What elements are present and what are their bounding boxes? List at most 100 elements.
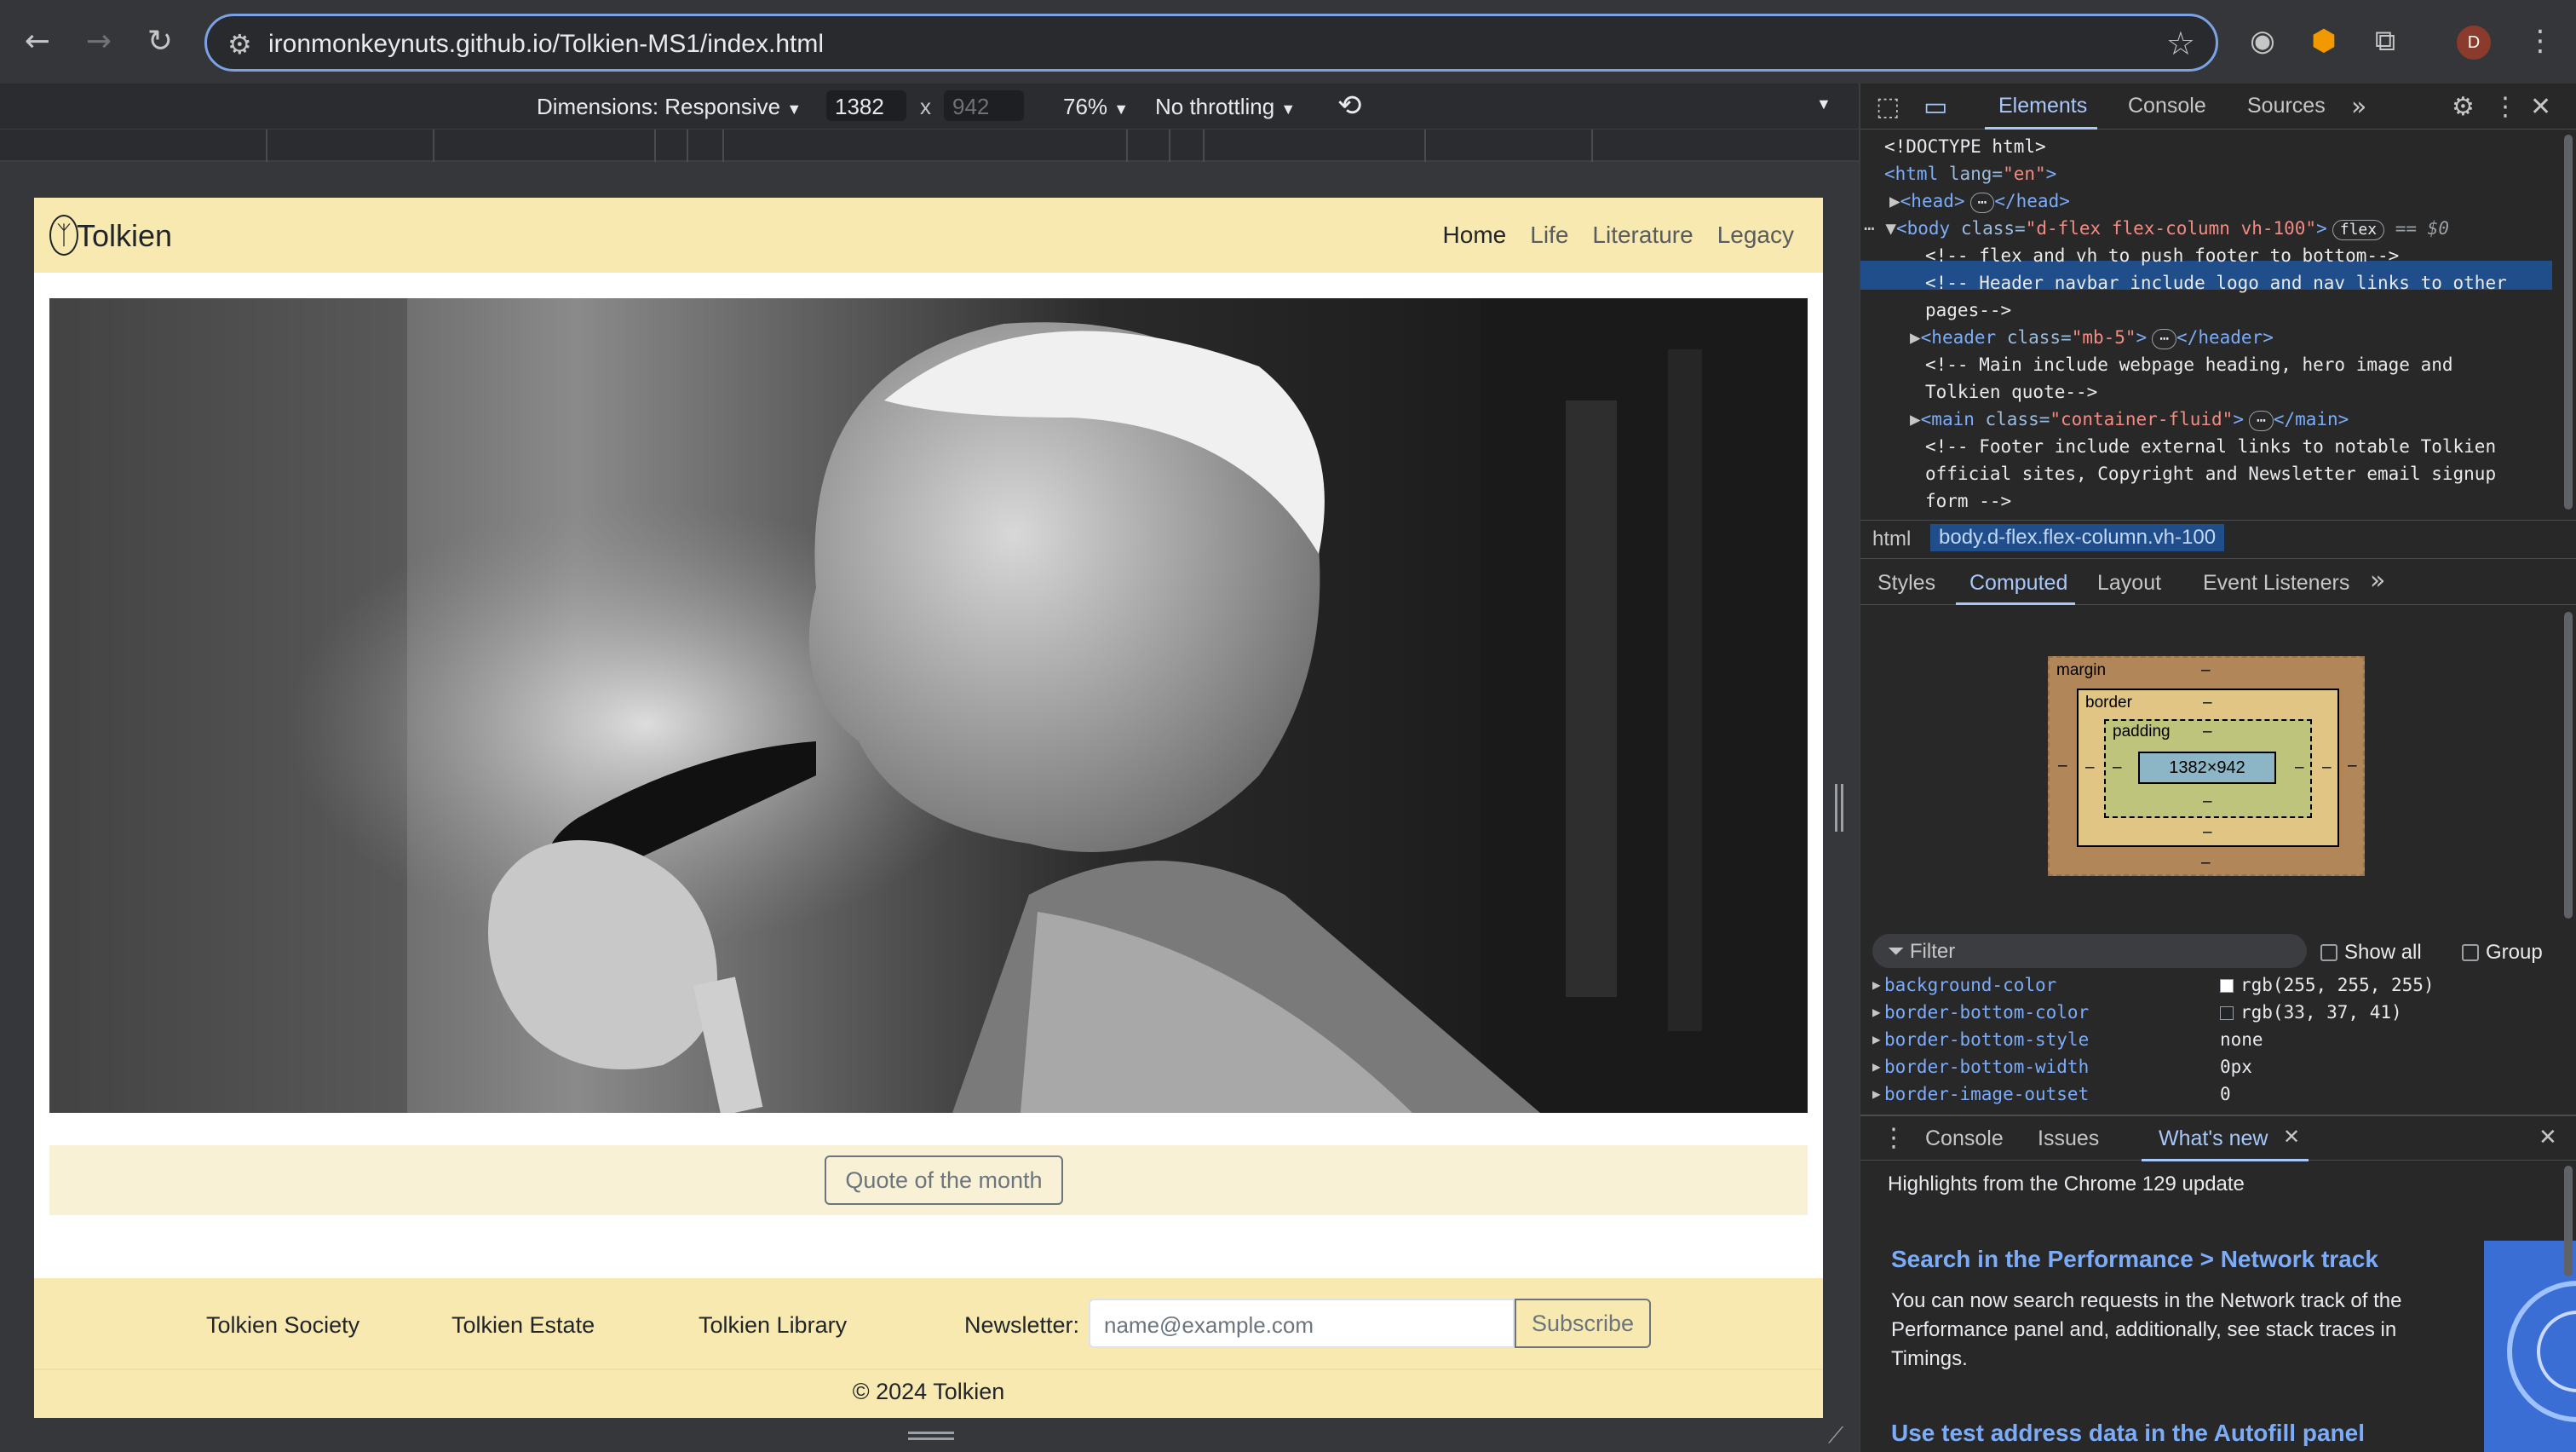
tab-computed[interactable]: Computed <box>1969 571 2067 596</box>
settings-gear-icon[interactable]: ⚙ <box>2452 92 2475 122</box>
expand-triangle-icon[interactable]: ▶ <box>1872 1058 1881 1075</box>
subscribe-button[interactable]: Subscribe <box>1515 1299 1651 1348</box>
camera-icon[interactable]: ◉ <box>2240 19 2285 63</box>
margin-top-value[interactable]: – <box>2201 661 2211 680</box>
expand-triangle-icon[interactable]: ▶ <box>1889 191 1900 211</box>
collapse-triangle-icon[interactable]: ▼ <box>1885 218 1896 239</box>
forward-arrow-icon[interactable]: → <box>77 19 121 63</box>
whats-new-title-1[interactable]: Search in the Performance > Network trac… <box>1891 1246 2378 1273</box>
footer-link-society[interactable]: Tolkien Society <box>206 1312 359 1339</box>
close-tab-icon[interactable]: ✕ <box>2283 1125 2300 1149</box>
breadcrumb-html[interactable]: html <box>1872 527 1911 551</box>
nav-literature[interactable]: Literature <box>1592 222 1693 249</box>
close-devtools-icon[interactable]: ✕ <box>2530 92 2551 122</box>
site-info-icon[interactable]: ⚙ <box>227 28 252 60</box>
expand-triangle-icon[interactable]: ▶ <box>1872 1004 1881 1020</box>
expand-triangle-icon[interactable]: ▶ <box>1872 1086 1881 1102</box>
viewport-resize-handle-bottom[interactable] <box>908 1432 954 1440</box>
throttling-dropdown[interactable]: No throttling ▼ <box>1155 94 1296 120</box>
viewport-resize-handle-right[interactable] <box>1835 784 1843 832</box>
tab-styles[interactable]: Styles <box>1877 571 1935 596</box>
node-actions-icon[interactable]: ⋯ <box>1864 218 1875 239</box>
footer-link-estate[interactable]: Tolkien Estate <box>451 1312 595 1339</box>
nav-home[interactable]: Home <box>1443 222 1507 249</box>
dom-comment-4a[interactable]: <!-- Footer include external links to no… <box>1925 433 2496 460</box>
inspect-element-icon[interactable]: ⬚ <box>1876 92 1900 122</box>
more-options-chevron-icon[interactable]: ▼ <box>1816 95 1831 113</box>
border-top-value[interactable]: – <box>2203 694 2212 712</box>
border-left-value[interactable]: – <box>2085 758 2095 777</box>
padding-right-value[interactable]: – <box>2295 758 2304 777</box>
dom-main-node[interactable]: ▶<main class="container-fluid"> ⋯ </main> <box>1910 406 2349 433</box>
dom-doctype[interactable]: <!DOCTYPE html> <box>1884 133 2046 160</box>
puzzle-icon[interactable]: ⧉ <box>2363 19 2407 63</box>
border-right-value[interactable]: – <box>2322 758 2332 777</box>
expand-triangle-icon[interactable]: ▶ <box>1910 327 1921 348</box>
computed-property-row[interactable]: ▶ background-color rgb(255, 255, 255) <box>1872 975 2554 1002</box>
dom-body-node[interactable]: ⋯ ▼<body class="d-flex flex-column vh-10… <box>1864 215 2449 242</box>
dom-scrollbar[interactable] <box>2564 135 2573 510</box>
margin-right-value[interactable]: – <box>2348 757 2357 775</box>
tab-layout[interactable]: Layout <box>2097 571 2161 596</box>
group-checkbox[interactable]: Group <box>2462 941 2543 965</box>
ellipsis-icon[interactable]: ⋯ <box>2152 329 2177 349</box>
padding-top-value[interactable]: – <box>2203 723 2212 741</box>
media-query-ruler[interactable] <box>0 130 1859 162</box>
dom-comment-2a[interactable]: <!-- Header navbar include logo and nav … <box>1925 269 2507 297</box>
expand-triangle-icon[interactable]: ▶ <box>1910 409 1921 429</box>
dom-html-node[interactable]: <html lang="en"> <box>1884 160 2056 187</box>
tolkien-monogram-icon[interactable]: ᛉ <box>49 215 78 256</box>
dom-comment-3b[interactable]: Tolkien quote--> <box>1925 378 2097 406</box>
drawer-tab-console[interactable]: Console <box>1925 1126 2004 1151</box>
width-input[interactable]: 1382 <box>826 90 906 121</box>
color-swatch[interactable] <box>2220 1006 2234 1020</box>
dom-comment-3a[interactable]: <!-- Main include webpage heading, hero … <box>1925 351 2453 378</box>
reload-icon[interactable]: ↻ <box>138 19 182 63</box>
tab-console[interactable]: Console <box>2128 94 2206 118</box>
dimensions-dropdown[interactable]: Dimensions: Responsive ▼ <box>537 94 802 120</box>
show-all-checkbox[interactable]: Show all <box>2320 941 2422 965</box>
address-bar[interactable]: ⚙ ironmonkeynuts.github.io/Tolkien-MS1/i… <box>204 14 2218 72</box>
tab-event-listeners[interactable]: Event Listeners <box>2203 571 2349 596</box>
tab-sources[interactable]: Sources <box>2247 94 2326 118</box>
margin-bottom-value[interactable]: – <box>2201 854 2211 873</box>
nav-legacy[interactable]: Legacy <box>1717 222 1794 249</box>
devtools-menu-icon[interactable]: ⋮ <box>2493 92 2518 122</box>
profile-avatar[interactable]: D <box>2457 26 2491 60</box>
computed-property-row[interactable]: ▶ border-bottom-color rgb(33, 37, 41) <box>1872 1002 2554 1029</box>
bookmark-star-icon[interactable]: ☆ <box>2166 25 2195 62</box>
dom-comment-1[interactable]: <!-- flex and vh to push footer to botto… <box>1925 242 2399 269</box>
expand-triangle-icon[interactable]: ▶ <box>1872 977 1881 993</box>
kebab-menu-icon[interactable]: ⋮ <box>2518 19 2562 63</box>
whats-new-title-2[interactable]: Use test address data in the Autofill pa… <box>1891 1420 2365 1447</box>
dom-head-node[interactable]: ▶<head> ⋯ </head> <box>1889 187 2070 215</box>
footer-link-library[interactable]: Tolkien Library <box>699 1312 847 1339</box>
rotate-icon[interactable]: ⟲ <box>1337 89 1362 123</box>
flex-badge[interactable]: flex <box>2332 220 2385 240</box>
brand-name[interactable]: Tolkien <box>77 218 172 254</box>
back-arrow-icon[interactable]: ← <box>15 19 60 63</box>
more-subtabs-chevron-icon[interactable]: » <box>2370 566 2385 596</box>
newsletter-email-input[interactable]: name@example.com <box>1089 1299 1515 1348</box>
nav-life[interactable]: Life <box>1530 222 1568 249</box>
padding-bottom-value[interactable]: – <box>2203 792 2212 811</box>
url-text[interactable]: ironmonkeynuts.github.io/Tolkien-MS1/ind… <box>268 30 824 59</box>
breadcrumb-body[interactable]: body.d-flex.flex-column.vh-100 <box>1930 524 2225 551</box>
computed-property-row[interactable]: ▶ border-image-outset 0 <box>1872 1084 2554 1111</box>
more-tabs-chevron-icon[interactable]: » <box>2351 92 2366 122</box>
color-swatch[interactable] <box>2220 979 2234 993</box>
drawer-tab-whats-new[interactable]: What's new <box>2159 1126 2268 1151</box>
extension-icon[interactable]: ⬢ <box>2302 19 2346 63</box>
computed-property-row[interactable]: ▶ border-bottom-style none <box>1872 1029 2554 1057</box>
resize-corner-icon[interactable]: ⟋ <box>1828 1423 1843 1449</box>
computed-property-row[interactable]: ▶ border-bottom-width 0px <box>1872 1057 2554 1084</box>
quote-of-month-button[interactable]: Quote of the month <box>825 1155 1063 1205</box>
dom-comment-4b[interactable]: official sites, Copyright and Newsletter… <box>1925 460 2496 487</box>
ellipsis-icon[interactable]: ⋯ <box>1969 193 1995 213</box>
border-bottom-value[interactable]: – <box>2203 823 2212 842</box>
close-drawer-icon[interactable]: ✕ <box>2539 1125 2557 1150</box>
drawer-tab-issues[interactable]: Issues <box>2038 1126 2099 1151</box>
tab-elements[interactable]: Elements <box>1998 94 2087 118</box>
computed-filter-input[interactable]: ⏷ Filter <box>1872 934 2307 968</box>
padding-left-value[interactable]: – <box>2113 758 2122 777</box>
